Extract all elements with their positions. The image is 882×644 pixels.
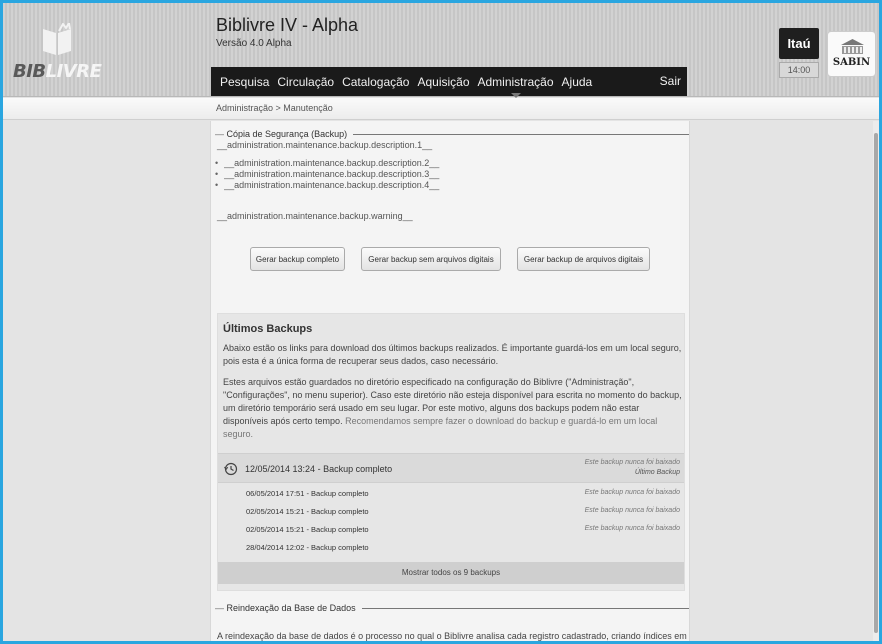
app-version: Versão 4.0 Alpha <box>216 38 292 49</box>
backup-section: Cópia de Segurança (Backup) <box>211 129 689 139</box>
last-backups-panel: Últimos Backups Abaixo estão os links pa… <box>217 313 685 591</box>
download-status: Este backup nunca foi baixado <box>584 489 680 496</box>
latest-backup-row[interactable]: 12/05/2014 13:24 - Backup completo Este … <box>218 453 684 483</box>
clock-display: 14:00 <box>779 62 819 78</box>
book-logo-icon <box>43 23 71 55</box>
full-backup-button[interactable]: Gerar backup completo <box>250 247 345 271</box>
backup-warning: __administration.maintenance.backup.warn… <box>217 211 413 221</box>
reindex-description: A reindexação da base de dados é o proce… <box>217 631 687 641</box>
backup-description-list: __administration.maintenance.backup.desc… <box>215 158 439 191</box>
backup-without-digital-files-button[interactable]: Gerar backup sem arquivos digitais <box>361 247 501 271</box>
main-menu: Pesquisa Circulação Catalogação Aquisiçã… <box>211 67 687 98</box>
menu-item-circulacao[interactable]: Circulação <box>277 75 334 89</box>
latest-backup-link[interactable]: 12/05/2014 13:24 - Backup completo <box>245 464 392 474</box>
backup-link[interactable]: 06/05/2014 17:51 - Backup completo <box>246 489 369 498</box>
reindex-section: Reindexação da Base de Dados <box>211 603 689 613</box>
app-header: BIBLIVRE Biblivre IV - Alpha Versão 4.0 … <box>3 3 879 98</box>
backup-description: __administration.maintenance.backup.desc… <box>217 140 433 150</box>
scrollbar-thumb[interactable] <box>874 133 878 633</box>
last-backups-title: Últimos Backups <box>223 323 313 335</box>
breadcrumb-bar: Administração > Manutenção <box>3 98 879 120</box>
itau-logo: Itaú <box>779 28 819 59</box>
backup-link[interactable]: 02/05/2014 15:21 - Backup completo <box>246 507 369 516</box>
digital-files-backup-button[interactable]: Gerar backup de arquivos digitais <box>517 247 650 271</box>
list-item: __administration.maintenance.backup.desc… <box>215 169 439 180</box>
menu-item-catalogacao[interactable]: Catalogação <box>342 75 409 89</box>
show-all-backups-button[interactable]: Mostrar todos os 9 backups <box>218 562 684 584</box>
building-icon <box>841 39 864 54</box>
menu-item-aquisicao[interactable]: Aquisição <box>417 75 469 89</box>
main-content: Cópia de Segurança (Backup) __administra… <box>210 121 690 641</box>
sabin-logo: SABIN <box>827 31 876 77</box>
history-icon <box>224 462 238 476</box>
breadcrumb: Administração > Manutenção <box>216 103 333 113</box>
logo-text: BIBLIVRE <box>13 61 102 82</box>
backup-section-legend: Cópia de Segurança (Backup) <box>211 129 354 139</box>
last-backups-intro: Abaixo estão os links para download dos … <box>223 343 682 366</box>
menu-item-ajuda[interactable]: Ajuda <box>562 75 593 89</box>
download-status: Este backup nunca foi baixado <box>584 525 680 532</box>
backup-link[interactable]: 28/04/2014 12:02 - Backup completo <box>246 543 369 552</box>
download-status: Este backup nunca foi baixado <box>584 507 680 514</box>
download-status: Este backup nunca foi baixado <box>584 459 680 466</box>
menu-item-administracao[interactable]: Administração <box>478 75 554 98</box>
reindex-section-legend: Reindexação da Base de Dados <box>211 603 362 613</box>
list-item: __administration.maintenance.backup.desc… <box>215 158 439 169</box>
logout-button[interactable]: Sair <box>660 74 681 88</box>
page-scrollbar[interactable] <box>873 121 879 641</box>
biblivre-logo[interactable]: BIBLIVRE <box>13 21 103 82</box>
sponsor-box: Itaú 14:00 <box>779 28 819 80</box>
backup-link[interactable]: 02/05/2014 15:21 - Backup completo <box>246 525 369 534</box>
backup-row[interactable]: 02/05/2014 15:21 - Backup completo Este … <box>218 521 684 538</box>
menu-item-pesquisa[interactable]: Pesquisa <box>220 75 269 89</box>
backup-row[interactable]: 28/04/2014 12:02 - Backup completo <box>218 539 684 556</box>
backup-row[interactable]: 06/05/2014 17:51 - Backup completo Este … <box>218 485 684 502</box>
list-item: __administration.maintenance.backup.desc… <box>215 180 439 191</box>
backup-row[interactable]: 02/05/2014 15:21 - Backup completo Este … <box>218 503 684 520</box>
app-title: Biblivre IV - Alpha <box>216 15 359 35</box>
last-backups-info: Estes arquivos estão guardados no diretó… <box>223 377 682 439</box>
latest-backup-tag: Último Backup <box>634 469 680 476</box>
